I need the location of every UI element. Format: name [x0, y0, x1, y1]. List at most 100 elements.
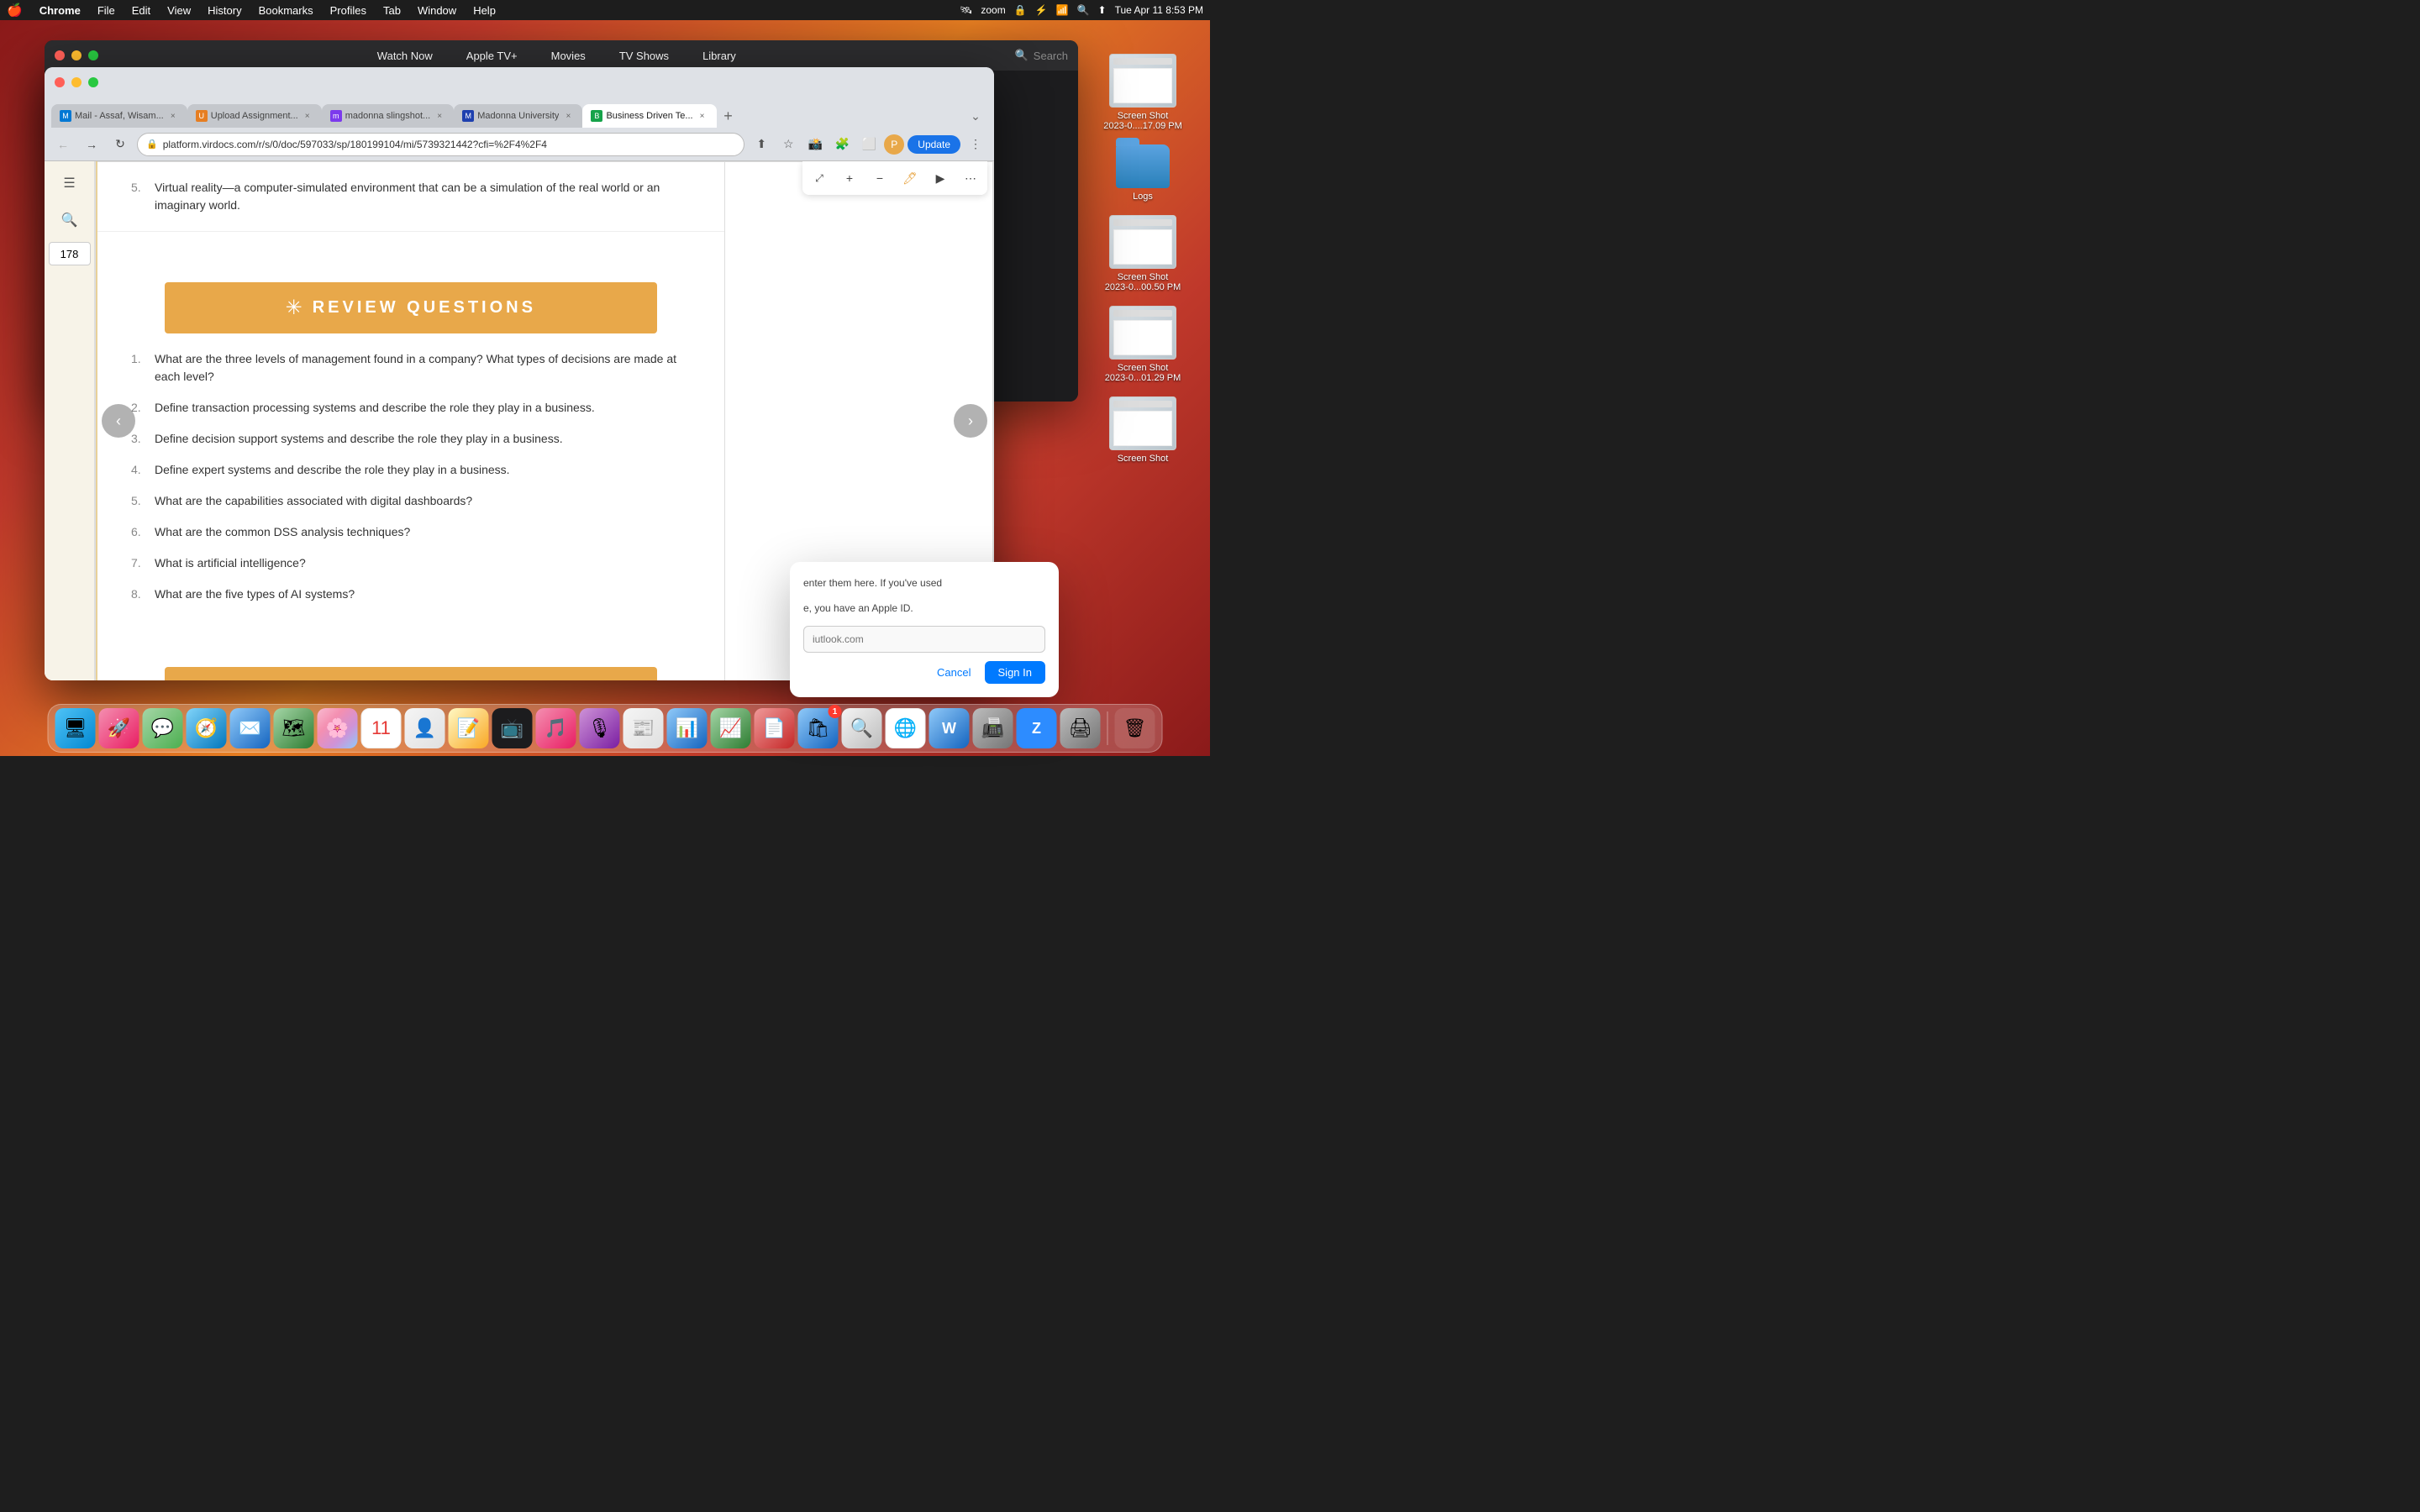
q3-num: 3.	[131, 430, 148, 448]
refresh-button[interactable]: ↻	[108, 133, 132, 156]
spotlight-icon[interactable]: 🔍	[1077, 4, 1090, 16]
dock-scanner[interactable]: 📠	[973, 708, 1013, 748]
play-button[interactable]: ▶	[927, 165, 954, 192]
menu-bookmarks[interactable]: Bookmarks	[255, 4, 317, 17]
nav-tv-shows[interactable]: TV Shows	[619, 50, 669, 62]
browser-minimize-button[interactable]	[71, 77, 82, 87]
zoom-in-button[interactable]: +	[836, 165, 863, 192]
close-button[interactable]	[55, 50, 65, 60]
menu-help[interactable]: Help	[470, 4, 499, 17]
dock-contacts[interactable]: 👤	[405, 708, 445, 748]
dock-launchpad[interactable]: 🚀	[99, 708, 139, 748]
chrome-menu-button[interactable]: ⋮	[964, 133, 987, 156]
dock-mail[interactable]: ✉️	[230, 708, 271, 748]
dock-chrome[interactable]: 🌐	[886, 708, 926, 748]
dock-messages[interactable]: 💬	[143, 708, 183, 748]
dock-safari[interactable]: 🧭	[187, 708, 227, 748]
dock-finder[interactable]: 🖥	[55, 708, 96, 748]
dock-zoom[interactable]: Z	[1017, 708, 1057, 748]
question-2: 2. Define transaction processing systems…	[131, 399, 691, 417]
menu-file[interactable]: File	[94, 4, 118, 17]
item-5-text: Virtual reality—a computer-simulated env…	[155, 179, 691, 214]
screenshot-button[interactable]: 📸	[803, 133, 827, 156]
menu-history[interactable]: History	[204, 4, 245, 17]
split-view-button[interactable]: ⬜	[857, 133, 881, 156]
dock-word[interactable]: W	[929, 708, 970, 748]
address-text: platform.virdocs.com/r/s/0/doc/597033/sp…	[163, 139, 736, 150]
tab-close-slingshot[interactable]: ×	[434, 110, 445, 122]
menu-button[interactable]: ☰	[55, 168, 85, 198]
annotate-button[interactable]: 🖊	[897, 165, 923, 192]
menu-profiles[interactable]: Profiles	[327, 4, 370, 17]
menu-view[interactable]: View	[164, 4, 194, 17]
dock-photos[interactable]: 🌸	[318, 708, 358, 748]
extensions-button[interactable]: 🧩	[830, 133, 854, 156]
search-doc-button[interactable]: 🔍	[55, 205, 85, 235]
browser-close-button[interactable]	[55, 77, 65, 87]
login-email-input[interactable]	[803, 626, 1045, 653]
tab-menu-button[interactable]: ⌄	[964, 104, 987, 128]
back-button[interactable]: ←	[51, 133, 75, 156]
nav-library[interactable]: Library	[702, 50, 736, 62]
tab-madonna-university[interactable]: M Madonna University ×	[454, 104, 582, 128]
zoom-out-button[interactable]: −	[866, 165, 893, 192]
screenshot-3[interactable]: Screen Shot2023-0...01.29 PM	[1105, 306, 1181, 383]
tab-close-mail[interactable]: ×	[167, 110, 179, 122]
appletv-nav: Watch Now Apple TV+ Movies TV Shows Libr…	[105, 50, 1008, 62]
forward-button[interactable]: →	[80, 133, 103, 156]
new-tab-button[interactable]: +	[717, 104, 740, 128]
tab-close-madonna[interactable]: ×	[562, 110, 574, 122]
minimize-button[interactable]	[71, 50, 82, 60]
tab-upload[interactable]: U Upload Assignment... ×	[187, 104, 322, 128]
logs-folder[interactable]: Logs	[1116, 144, 1170, 202]
app-name[interactable]: Chrome	[36, 4, 84, 17]
next-page-button[interactable]: ›	[954, 404, 987, 438]
dock-notes[interactable]: 📝	[449, 708, 489, 748]
dock-numbers[interactable]: 📈	[711, 708, 751, 748]
apple-menu[interactable]: 🍎	[7, 3, 23, 18]
dock-keynote[interactable]: 📊	[667, 708, 708, 748]
more-options-button[interactable]: ⋯	[957, 165, 984, 192]
profile-button[interactable]: P	[884, 134, 904, 155]
page-number-input[interactable]	[49, 242, 91, 265]
dock-trash[interactable]: 🗑	[1115, 708, 1155, 748]
control-center-icon[interactable]: ⬆	[1098, 4, 1107, 16]
tab-business-driven[interactable]: B Business Driven Te... ×	[582, 104, 716, 128]
signin-button[interactable]: Sign In	[985, 661, 1045, 684]
maximize-button[interactable]	[88, 50, 98, 60]
dock-pages[interactable]: 📄	[755, 708, 795, 748]
cancel-button[interactable]: Cancel	[930, 661, 977, 684]
screenshot-2[interactable]: Screen Shot2023-0...00.50 PM	[1105, 215, 1181, 292]
tab-slingshot[interactable]: m madonna slingshot... ×	[322, 104, 455, 128]
dock-news[interactable]: 📰	[623, 708, 664, 748]
nav-appletv-plus[interactable]: Apple TV+	[466, 50, 518, 62]
fullscreen-button[interactable]: ⤢	[806, 165, 833, 192]
menu-window[interactable]: Window	[414, 4, 460, 17]
dock-printer[interactable]: 🖨	[1060, 708, 1101, 748]
tab-mail[interactable]: M Mail - Assaf, Wisam... ×	[51, 104, 187, 128]
prev-page-button[interactable]: ‹	[102, 404, 135, 438]
screenshot-1[interactable]: Screen Shot2023-0....17.09 PM	[1103, 54, 1182, 131]
share-button[interactable]: ⬆	[750, 133, 773, 156]
browser-maximize-button[interactable]	[88, 77, 98, 87]
menu-tab[interactable]: Tab	[380, 4, 404, 17]
dock-calendar[interactable]: 11	[361, 708, 402, 748]
dock-appstore[interactable]: 🛍 1	[798, 708, 839, 748]
address-bar[interactable]: 🔒 platform.virdocs.com/r/s/0/doc/597033/…	[137, 133, 744, 156]
dock-tv[interactable]: 📺	[492, 708, 533, 748]
screenshot-4[interactable]: Screen Shot	[1109, 396, 1176, 464]
dock-magnifier[interactable]: 🔍	[842, 708, 882, 748]
menu-edit[interactable]: Edit	[129, 4, 154, 17]
screenshot-thumb-2	[1109, 215, 1176, 269]
dock-music[interactable]: 🎵	[536, 708, 576, 748]
tab-close-business[interactable]: ×	[697, 110, 708, 122]
tab-close-upload[interactable]: ×	[302, 110, 313, 122]
appletv-search[interactable]: 🔍 Watch Now Search	[1015, 49, 1068, 62]
update-button[interactable]: Update	[908, 135, 960, 154]
nav-watch-now[interactable]: Watch Now	[377, 50, 433, 62]
search-icon: 🔍	[1015, 49, 1028, 62]
dock-maps[interactable]: 🗺	[274, 708, 314, 748]
bookmark-button[interactable]: ☆	[776, 133, 800, 156]
nav-movies[interactable]: Movies	[551, 50, 586, 62]
dock-podcasts[interactable]: 🎙	[580, 708, 620, 748]
